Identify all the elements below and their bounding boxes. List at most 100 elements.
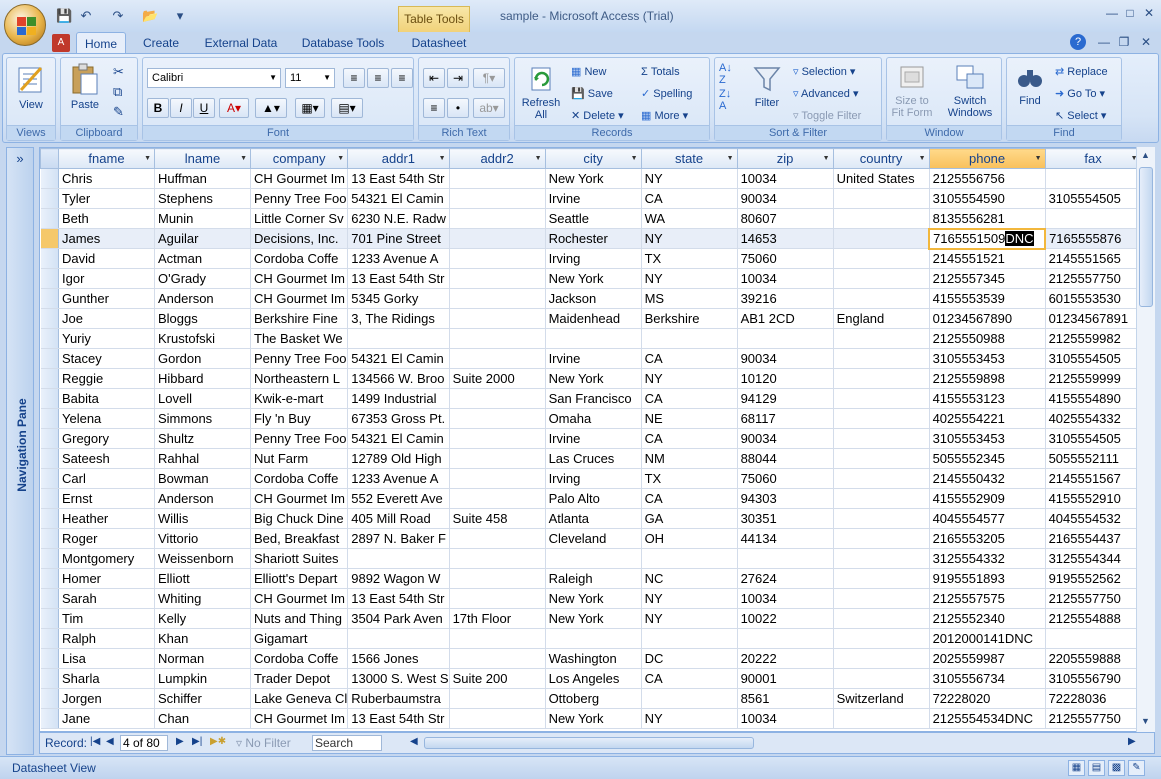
copy-icon[interactable]: ⧉ (113, 84, 122, 100)
cell-zip[interactable]: 39216 (737, 288, 834, 309)
cell-company[interactable]: Shariott Suites (250, 548, 349, 569)
cell-country[interactable] (833, 208, 930, 229)
cell-fname[interactable]: Tim (58, 608, 155, 629)
cell-addr2[interactable] (449, 468, 546, 489)
table-row[interactable]: Sharla Lumpkin Trader Depot 13000 S. West S… (40, 668, 1142, 689)
cell-addr1[interactable]: 3504 Park Aven (347, 608, 450, 629)
cell-state[interactable] (641, 628, 738, 649)
sort-ascending-icon[interactable]: A↓ Z (719, 62, 732, 86)
cell-zip[interactable]: 94303 (737, 488, 834, 509)
record-selector[interactable] (40, 268, 59, 289)
cell-city[interactable]: San Francisco (545, 388, 642, 409)
scroll-right-icon[interactable]: ▶ (1128, 736, 1136, 747)
table-row[interactable]: Sarah Whiting CH Gourmet Im 13 East 54th St… (40, 588, 1142, 609)
font-size-select[interactable]: 11 ▼ (285, 68, 335, 88)
cell-lname[interactable]: Kelly (154, 608, 251, 629)
cell-phone[interactable]: 72228020 (929, 688, 1046, 709)
cell-state[interactable]: NY (641, 228, 738, 249)
table-row[interactable]: Carl Bowman Cordoba Coffe 1233 Avenue A Irvi… (40, 468, 1142, 489)
cell-fax[interactable]: 2125557750 (1045, 268, 1142, 289)
cell-company[interactable]: Bed, Breakfast (250, 528, 349, 549)
column-dropdown-icon[interactable]: ▼ (535, 155, 542, 162)
cell-zip[interactable]: AB1 2CD (737, 308, 834, 329)
font-color-button[interactable]: A▾ (219, 98, 249, 118)
cell-addr2[interactable] (449, 588, 546, 609)
pivot-table-view-icon[interactable]: ▤ (1088, 760, 1105, 776)
cell-fax[interactable]: 3125554344 (1045, 548, 1142, 569)
cell-company[interactable]: Decisions, Inc. (250, 228, 349, 249)
cell-city[interactable] (545, 548, 642, 569)
cell-addr1[interactable]: 1499 Industrial (347, 388, 450, 409)
record-selector[interactable] (40, 368, 59, 389)
cell-phone[interactable]: 5055552345 (929, 448, 1046, 469)
cell-city[interactable]: New York (545, 368, 642, 389)
cell-addr1[interactable]: 2897 N. Baker F (347, 528, 450, 549)
cell-zip[interactable]: 27624 (737, 568, 834, 589)
view-button[interactable]: View (11, 62, 51, 111)
cell-fname[interactable]: Jorgen (58, 688, 155, 709)
record-selector[interactable] (40, 308, 59, 329)
cell-company[interactable]: CH Gourmet Im (250, 168, 349, 189)
cell-country[interactable] (833, 228, 930, 249)
cell-phone[interactable]: 3105554590 (929, 188, 1046, 209)
cell-addr2[interactable] (449, 708, 546, 729)
cell-zip[interactable]: 90001 (737, 668, 834, 689)
table-row[interactable]: Lisa Norman Cordoba Coffe 1566 Jones Washing… (40, 648, 1142, 669)
cell-fax[interactable]: 4155552910 (1045, 488, 1142, 509)
column-dropdown-icon[interactable]: ▼ (631, 155, 638, 162)
cell-addr1[interactable]: 13 East 54th Str (347, 708, 450, 729)
cell-fax[interactable]: 2125554888 (1045, 608, 1142, 629)
cell-addr2[interactable] (449, 208, 546, 229)
cell-city[interactable] (545, 628, 642, 649)
cell-phone[interactable]: 2165553205 (929, 528, 1046, 549)
cell-zip[interactable]: 90034 (737, 348, 834, 369)
cell-phone[interactable]: 3105553453 (929, 348, 1046, 369)
column-header-addr1[interactable]: addr1 ▼ (347, 148, 450, 169)
tab-database-tools[interactable]: Database Tools (296, 32, 390, 54)
record-selector[interactable] (40, 648, 59, 669)
record-selector[interactable] (40, 488, 59, 509)
record-selector[interactable] (40, 248, 59, 269)
table-row[interactable]: Ralph Khan Gigamart 2012000141DNC (40, 628, 1142, 649)
open-folder-icon[interactable]: 📂 (142, 8, 158, 24)
column-header-fname[interactable]: fname ▼ (58, 148, 155, 169)
cell-phone[interactable]: 4155553539 (929, 288, 1046, 309)
cell-fname[interactable]: Homer (58, 568, 155, 589)
next-record-icon[interactable]: ▶ (176, 736, 184, 747)
horizontal-scroll-thumb[interactable] (424, 737, 754, 749)
cell-company[interactable]: Trader Depot (250, 668, 349, 689)
record-selector[interactable] (40, 428, 59, 449)
cell-lname[interactable]: Aguilar (154, 228, 251, 249)
cell-company[interactable]: CH Gourmet Im (250, 288, 349, 309)
cell-city[interactable] (545, 328, 642, 349)
cell-phone[interactable]: 2012000141DNC (929, 628, 1046, 649)
cell-lname[interactable]: Khan (154, 628, 251, 649)
cell-addr1[interactable]: 134566 W. Broo (347, 368, 450, 389)
cell-country[interactable] (833, 428, 930, 449)
cell-state[interactable]: OH (641, 528, 738, 549)
cell-fname[interactable]: Yelena (58, 408, 155, 429)
align-left-button[interactable]: ≡ (343, 68, 365, 88)
record-selector[interactable] (40, 448, 59, 469)
cell-country[interactable] (833, 548, 930, 569)
cell-fname[interactable]: James (58, 228, 155, 249)
table-row[interactable]: Tim Kelly Nuts and Thing 3504 Park Aven 17th… (40, 608, 1142, 629)
previous-record-icon[interactable]: ◀ (106, 736, 114, 747)
record-selector[interactable] (40, 208, 59, 229)
numbering-button[interactable]: ≡ (423, 98, 445, 118)
cell-phone[interactable]: 4045554577 (929, 508, 1046, 529)
cell-city[interactable]: Palo Alto (545, 488, 642, 509)
go-to-button[interactable]: ➜ Go To ▾ (1055, 85, 1105, 103)
cell-addr1[interactable]: 552 Everett Ave (347, 488, 450, 509)
cell-phone[interactable]: 7165551509DNC (928, 227, 1047, 250)
cell-lname[interactable]: Simmons (154, 408, 251, 429)
table-row[interactable]: David Actman Cordoba Coffe 1233 Avenue A Irv… (40, 248, 1142, 269)
column-dropdown-icon[interactable]: ▼ (1035, 155, 1042, 162)
cell-state[interactable]: NY (641, 268, 738, 289)
spelling-button[interactable]: ✓ Spelling (641, 85, 692, 103)
cell-fname[interactable]: Chris (58, 168, 155, 189)
table-row[interactable]: Stacey Gordon Penny Tree Foo 54321 El Camin… (40, 348, 1142, 369)
cell-city[interactable]: Maidenhead (545, 308, 642, 329)
cell-state[interactable]: CA (641, 488, 738, 509)
cell-country[interactable]: England (833, 308, 930, 329)
